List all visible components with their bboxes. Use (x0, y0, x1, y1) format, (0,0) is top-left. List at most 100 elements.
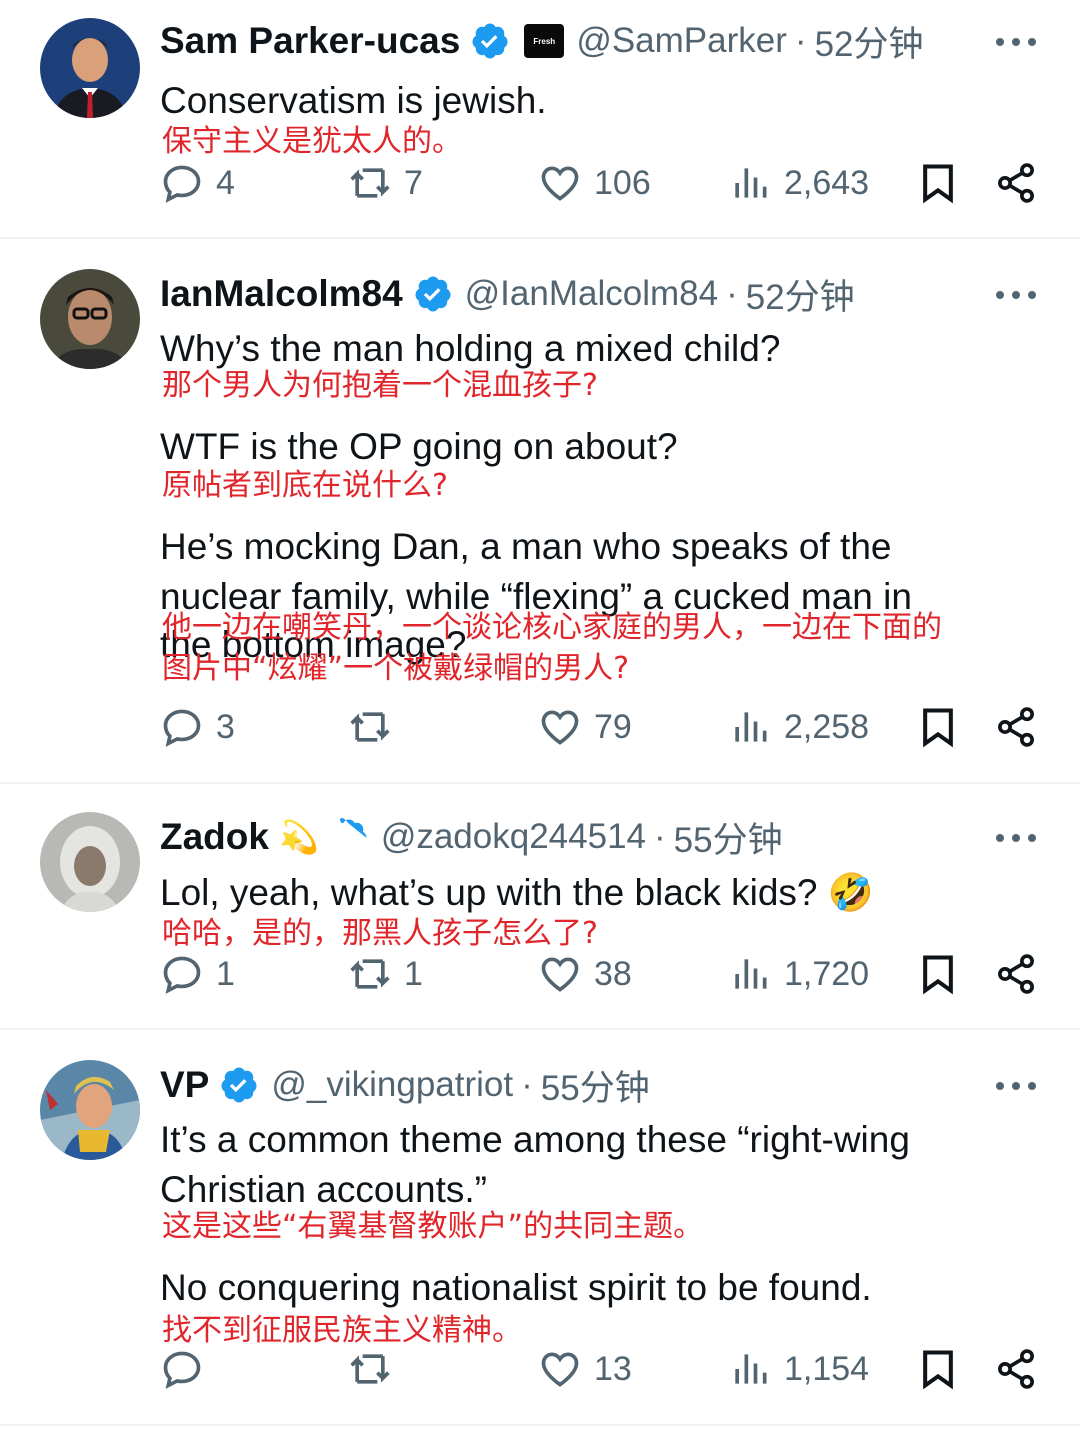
divider (0, 1424, 1080, 1426)
translation-text: 原帖者到底在说什么? (162, 468, 448, 503)
like-button[interactable]: 106 (538, 158, 651, 208)
view-count: 2,643 (784, 163, 870, 202)
bookmark-button[interactable] (916, 949, 972, 999)
like-count: 106 (594, 163, 651, 202)
reply-icon (163, 956, 201, 994)
reply-button[interactable]: 4 (160, 158, 235, 208)
tweet-2[interactable]: IanMalcolm84 @IanMalcolm84 · 52分钟 Why’s … (0, 239, 1080, 783)
tweet-text: Conservatism is jewish. (160, 80, 547, 121)
more-options-icon[interactable] (996, 289, 1036, 301)
share-button[interactable] (994, 1344, 1050, 1394)
retweet-count: 7 (404, 163, 423, 202)
tweet-text: WTF is the OP going on about? (160, 426, 678, 467)
avatar[interactable] (40, 1060, 140, 1160)
bookmark-icon (923, 955, 953, 995)
like-button[interactable]: 79 (538, 702, 632, 752)
share-button[interactable] (994, 158, 1050, 208)
handle[interactable]: @IanMalcolm84 (465, 274, 718, 314)
retweet-button[interactable] (348, 702, 404, 752)
tweet-1[interactable]: Sam Parker-ucas Fresh @SamParker · 52分钟 … (0, 0, 1080, 238)
avatar[interactable] (40, 812, 140, 912)
verified-badge-icon (472, 23, 508, 59)
heart-icon (541, 166, 579, 201)
bookmark-button[interactable] (916, 702, 972, 752)
share-button[interactable] (994, 702, 1050, 752)
avatar[interactable] (40, 269, 140, 369)
timestamp[interactable]: 55分钟 (541, 1060, 650, 1110)
views-button[interactable]: 2,258 (728, 702, 869, 752)
tweet-header: Zadok 💫 @zadokq244514 · 55分钟 (160, 812, 1040, 862)
reply-button[interactable] (160, 1344, 216, 1394)
heart-icon (541, 710, 579, 745)
more-options-icon[interactable] (996, 1080, 1036, 1092)
reply-icon (163, 165, 201, 203)
action-bar: 1 1 38 1,720 (160, 949, 1040, 999)
bookmark-button[interactable] (916, 1344, 972, 1394)
handle[interactable]: @zadokq244514 (381, 817, 646, 857)
tweet-text: He’s mocking Dan, a man who speaks of th… (160, 526, 892, 567)
bookmark-icon (923, 164, 953, 204)
timestamp[interactable]: 52分钟 (746, 269, 855, 319)
verified-badge-icon (415, 276, 451, 312)
retweet-icon (350, 712, 390, 742)
avatar[interactable] (40, 18, 140, 118)
like-count: 13 (594, 1349, 632, 1388)
retweet-icon (350, 168, 390, 198)
retweet-button[interactable] (348, 1344, 404, 1394)
display-name[interactable]: Zadok (160, 816, 269, 858)
translation-text: 那个男人为何抱着一个混血孩子? (162, 368, 598, 403)
handle[interactable]: @_vikingpatriot (271, 1065, 513, 1105)
bookmark-button[interactable] (916, 158, 972, 208)
verified-badge-icon (221, 1067, 257, 1103)
separator-dot: · (794, 21, 807, 60)
action-bar: 3 79 2,258 (160, 702, 1040, 752)
tweet-header: VP @_vikingpatriot · 55分钟 (160, 1060, 1040, 1110)
share-icon (998, 1349, 1034, 1389)
action-bar: 13 1,154 (160, 1344, 1040, 1394)
separator-dot: · (654, 817, 666, 856)
heart-icon (541, 1352, 579, 1387)
translation-text: 这是这些“右翼基督教账户”的共同主题。 (162, 1209, 704, 1244)
handle[interactable]: @SamParker (576, 21, 787, 61)
like-button[interactable]: 38 (538, 949, 632, 999)
action-bar: 4 7 106 2,643 (160, 158, 1040, 208)
heart-icon (541, 957, 579, 992)
bookmark-icon (923, 1350, 953, 1390)
like-button[interactable]: 13 (538, 1344, 632, 1394)
reply-button[interactable]: 1 (160, 949, 235, 999)
tweet-text: Lol, yeah, what’s up with the black kids… (160, 872, 874, 913)
tweet-header: Sam Parker-ucas Fresh @SamParker · 52分钟 (160, 16, 1040, 66)
retweet-button[interactable]: 7 (348, 158, 423, 208)
reply-count: 3 (216, 707, 235, 746)
dizzy-star-icon: 💫 (278, 819, 319, 855)
tweet-text: It’s a common theme among these “right-w… (160, 1119, 910, 1160)
view-count: 1,720 (784, 954, 870, 993)
retweet-count: 1 (404, 954, 423, 993)
tweet-4[interactable]: VP @_vikingpatriot · 55分钟 It’s a common … (0, 1030, 1080, 1424)
display-name[interactable]: Sam Parker-ucas (160, 20, 460, 62)
analytics-icon (735, 1354, 767, 1384)
analytics-icon (735, 712, 767, 742)
display-name[interactable]: IanMalcolm84 (160, 273, 403, 315)
display-name[interactable]: VP (160, 1064, 209, 1106)
reply-button[interactable]: 3 (160, 702, 235, 752)
more-options-icon[interactable] (996, 36, 1036, 48)
translation-text: 哈哈，是的，那黑人孩子怎么了? (162, 916, 598, 951)
reply-icon (163, 1351, 201, 1389)
separator-dot: · (521, 1065, 533, 1104)
analytics-icon (735, 959, 767, 989)
share-button[interactable] (994, 949, 1050, 999)
translation-text: 保守主义是犹太人的。 (162, 124, 462, 159)
views-button[interactable]: 2,643 (728, 158, 869, 208)
views-button[interactable]: 1,154 (728, 1344, 869, 1394)
views-button[interactable]: 1,720 (728, 949, 869, 999)
like-count: 79 (594, 707, 632, 746)
affiliate-badge[interactable]: Fresh (524, 24, 565, 58)
tweet-3[interactable]: Zadok 💫 @zadokq244514 · 55分钟 Lol, yeah, … (0, 784, 1080, 1028)
more-options-icon[interactable] (996, 832, 1036, 844)
translation-text: 他一边在嘲笑丹，一个谈论核心家庭的男人，一边在下面的 (162, 610, 942, 645)
reply-count: 1 (216, 954, 235, 993)
timestamp[interactable]: 52分钟 (815, 16, 924, 66)
timestamp[interactable]: 55分钟 (674, 812, 783, 862)
retweet-button[interactable]: 1 (348, 949, 423, 999)
